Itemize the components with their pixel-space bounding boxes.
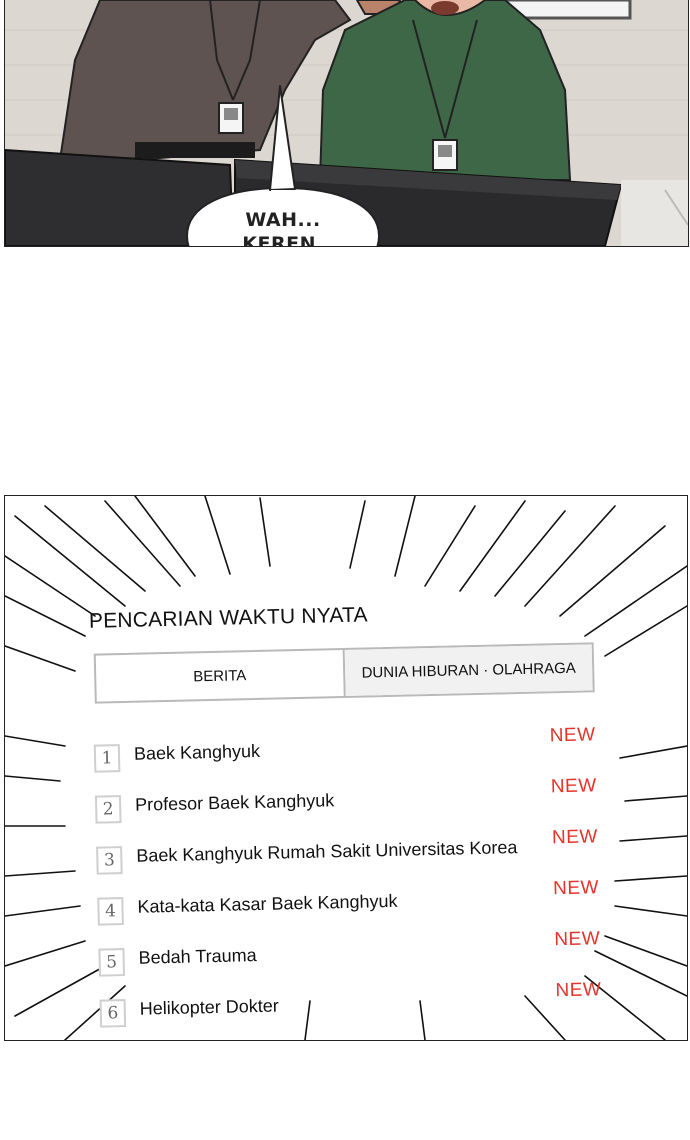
- rank-number: 4: [97, 897, 124, 926]
- search-card: PENCARIAN WAKTU NYATA BERITA DUNIA HIBUR…: [5, 496, 687, 1040]
- rank-number: 5: [98, 948, 126, 977]
- rank-number: 1: [93, 744, 121, 773]
- search-term[interactable]: Helikopter Dokter: [140, 996, 280, 1020]
- tab-berita[interactable]: BERITA: [95, 649, 346, 702]
- search-term[interactable]: Kata-kata Kasar Baek Kanghyuk: [137, 891, 398, 918]
- office-scene-panel: WAH... KEREN.: [4, 0, 689, 247]
- speech-line-1: WAH...: [245, 209, 321, 231]
- new-badge: NEW: [555, 979, 602, 1002]
- speech-line-2: KEREN.: [242, 233, 324, 247]
- new-badge: NEW: [552, 877, 600, 900]
- speech-text: WAH... KEREN.: [185, 208, 381, 247]
- tab-dunia-hiburan-olahraga[interactable]: DUNIA HIBURAN · OLAHRAGA: [344, 644, 593, 696]
- search-title: PENCARIAN WAKTU NYATA: [88, 603, 368, 633]
- speech-bubble: WAH... KEREN.: [185, 85, 381, 247]
- search-term[interactable]: Baek Kanghyuk Rumah Sakit Universitas Ko…: [136, 837, 518, 867]
- new-badge: NEW: [554, 928, 601, 951]
- rank-number: 3: [96, 846, 123, 875]
- rank-number: 6: [99, 999, 127, 1028]
- search-term[interactable]: Profesor Baek Kanghyuk: [135, 790, 335, 816]
- new-badge: NEW: [550, 775, 597, 798]
- category-tabs: BERITA DUNIA HIBURAN · OLAHRAGA: [93, 642, 595, 704]
- ranking-list: 1 Baek Kanghyuk NEW 2 Profesor Baek Kang…: [93, 724, 621, 1040]
- new-badge: NEW: [549, 724, 596, 747]
- rank-number: 2: [94, 795, 122, 824]
- search-term[interactable]: Baek Kanghyuk: [134, 741, 261, 765]
- search-term[interactable]: Bedah Trauma: [138, 945, 257, 969]
- realtime-search-panel: PENCARIAN WAKTU NYATA BERITA DUNIA HIBUR…: [4, 495, 688, 1041]
- new-badge: NEW: [551, 826, 599, 849]
